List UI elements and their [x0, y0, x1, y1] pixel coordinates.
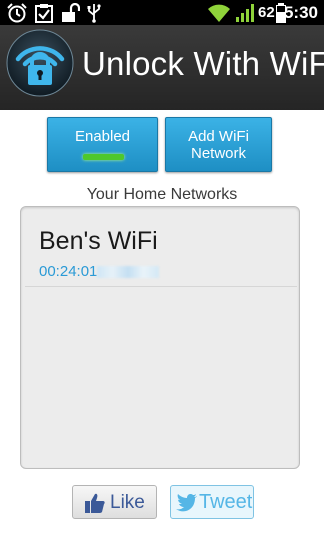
wifi-signal-icon: [208, 4, 230, 22]
battery-percent: 62: [258, 4, 275, 21]
unlock-icon: [62, 3, 80, 22]
mac-visible-part: 00:24:01: [39, 263, 98, 280]
status-bar: 62 5:30: [0, 0, 324, 25]
enabled-indicator: [83, 154, 124, 160]
status-time: 5:30: [283, 3, 318, 22]
home-networks-list[interactable]: Ben's WiFi 00:24:01: [20, 206, 300, 469]
mac-blurred-part: [97, 266, 160, 279]
clipboard-check-icon: [35, 4, 53, 23]
add-wifi-network-button[interactable]: Add WiFi Network: [165, 117, 272, 172]
like-label: Like: [110, 492, 145, 513]
app-header: Unlock With WiFi: [0, 25, 324, 114]
add-wifi-network-label: Add WiFi Network: [188, 128, 249, 162]
thumbs-up-icon: [85, 493, 105, 513]
facebook-like-button[interactable]: Like: [72, 485, 157, 519]
network-name: Ben's WiFi: [39, 227, 158, 255]
app-title: Unlock With WiFi: [82, 45, 324, 82]
header-divider: [0, 110, 324, 114]
tweet-button[interactable]: Tweet: [170, 485, 254, 519]
usb-icon: [87, 4, 101, 23]
tweet-label: Tweet: [199, 491, 253, 513]
network-list-item[interactable]: Ben's WiFi 00:24:01: [25, 215, 297, 287]
network-mac-address: 00:24:01: [39, 263, 160, 280]
enabled-toggle-button[interactable]: Enabled: [47, 117, 158, 172]
twitter-bird-icon: [176, 494, 197, 512]
alarm-icon: [7, 3, 27, 23]
cell-signal-icon: [236, 4, 254, 22]
wifi-lock-logo-icon: [6, 29, 74, 97]
enabled-label: Enabled: [74, 128, 131, 145]
section-title: Your Home Networks: [86, 186, 238, 203]
